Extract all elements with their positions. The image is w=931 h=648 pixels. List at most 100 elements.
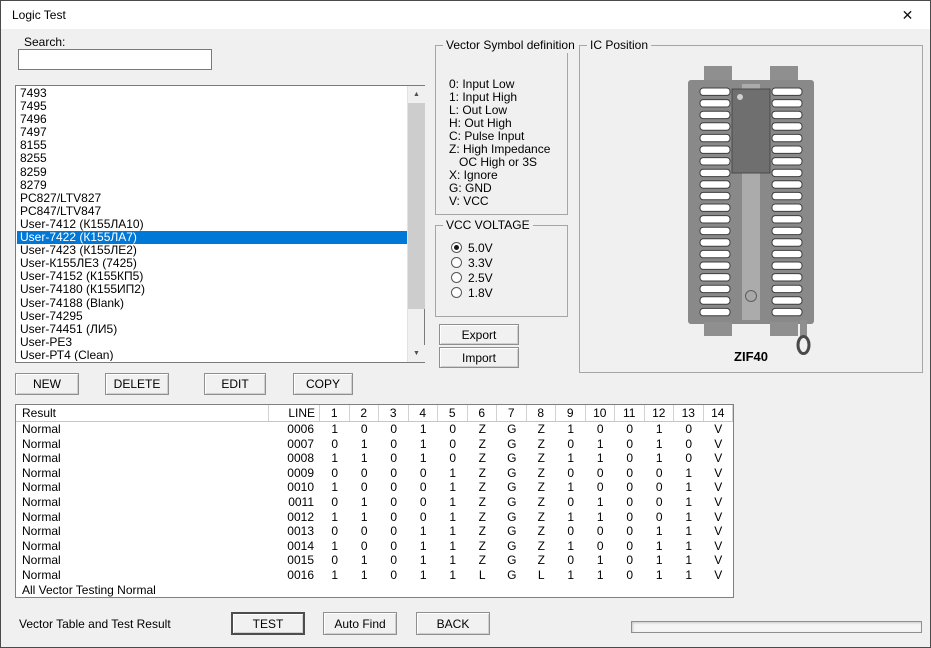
zif-socket-graphic — [676, 66, 826, 363]
column-header[interactable]: 4 — [409, 405, 439, 421]
pin-cell: Z — [527, 539, 557, 554]
table-row[interactable]: Normal001010001ZGZ10001V — [16, 480, 733, 495]
pin-cell: 1 — [409, 437, 439, 452]
pin-cell: 0 — [320, 553, 350, 568]
column-header[interactable]: 13 — [674, 405, 704, 421]
table-row[interactable]: Normal001501011ZGZ01011V — [16, 553, 733, 568]
search-input[interactable] — [18, 49, 212, 70]
pin-cell: Z — [527, 495, 557, 510]
pin-cell: 0 — [320, 466, 350, 481]
pin-cell: 1 — [320, 568, 350, 583]
delete-button[interactable]: DELETE — [105, 373, 169, 395]
column-header[interactable]: 6 — [468, 405, 498, 421]
table-row[interactable]: Normal001300011ZGZ00011V — [16, 524, 733, 539]
scroll-down-icon: ▼ — [413, 350, 420, 357]
pin-cell: G — [497, 510, 527, 525]
table-row[interactable]: Normal001101001ZGZ01001V — [16, 495, 733, 510]
list-item[interactable]: 7493 — [17, 87, 407, 100]
table-row[interactable]: Normal000610010ZGZ10010V — [16, 422, 733, 437]
scrollbar-thumb[interactable] — [408, 103, 425, 309]
list-item[interactable]: User-74188 (Blank) — [17, 297, 407, 310]
import-button[interactable]: Import — [439, 347, 519, 368]
titlebar: Logic Test ✕ — [1, 1, 930, 29]
vector-symbol-line: V: VCC — [449, 195, 550, 208]
list-item[interactable]: 7496 — [17, 113, 407, 126]
column-header[interactable]: 1 — [320, 405, 350, 421]
line-cell: 0011 — [269, 495, 320, 510]
pin-cell: 1 — [320, 510, 350, 525]
vcc-option-3.3v[interactable]: 3.3V — [451, 255, 493, 270]
column-header[interactable]: 5 — [438, 405, 468, 421]
export-button[interactable]: Export — [439, 324, 519, 345]
list-item[interactable]: PC827/LTV827 — [17, 192, 407, 205]
copy-button[interactable]: COPY — [293, 373, 353, 395]
list-item[interactable]: 8279 — [17, 179, 407, 192]
pin-cell: 0 — [586, 422, 616, 437]
column-header[interactable]: 12 — [645, 405, 675, 421]
pin-cell: 0 — [379, 495, 409, 510]
column-header[interactable]: 3 — [379, 405, 409, 421]
line-cell: 0014 — [269, 539, 320, 554]
back-button[interactable]: BACK — [416, 612, 490, 635]
column-header[interactable]: 10 — [586, 405, 616, 421]
table-row[interactable]: Normal000811010ZGZ11010V — [16, 451, 733, 466]
close-button[interactable]: ✕ — [885, 1, 930, 29]
line-cell: 0015 — [269, 553, 320, 568]
column-header[interactable]: 2 — [350, 405, 380, 421]
pin-cell: Z — [468, 466, 498, 481]
test-button[interactable]: TEST — [231, 612, 305, 635]
pin-cell: 0 — [556, 524, 586, 539]
column-header[interactable]: LINE — [269, 405, 320, 421]
list-item[interactable]: User-74295 — [17, 310, 407, 323]
column-header[interactable]: 14 — [704, 405, 734, 421]
list-item[interactable]: 7495 — [17, 100, 407, 113]
line-cell: 0012 — [269, 510, 320, 525]
list-item[interactable]: User-74180 (К155ИП2) — [17, 283, 407, 296]
edit-button[interactable]: EDIT — [204, 373, 266, 395]
list-item[interactable]: 7497 — [17, 126, 407, 139]
pin-cell: Z — [468, 539, 498, 554]
pin-cell: 1 — [645, 539, 675, 554]
auto-find-button[interactable]: Auto Find — [323, 612, 397, 635]
table-row[interactable]: Normal001611011LGL11011V — [16, 568, 733, 583]
pin-cell: V — [704, 422, 734, 437]
table-row[interactable]: Normal000900001ZGZ00001V — [16, 466, 733, 481]
column-header[interactable]: Result — [16, 405, 269, 421]
table-row[interactable]: Normal001211001ZGZ11001V — [16, 510, 733, 525]
column-header[interactable]: 8 — [527, 405, 557, 421]
list-item[interactable]: 8255 — [17, 152, 407, 165]
new-button[interactable]: NEW — [15, 373, 79, 395]
pin-cell: Z — [527, 422, 557, 437]
pin-cell: 1 — [438, 568, 468, 583]
pin-cell: Z — [468, 495, 498, 510]
radio-icon — [451, 242, 462, 253]
table-row[interactable]: Normal001410011ZGZ10011V — [16, 539, 733, 554]
column-header[interactable]: 9 — [556, 405, 586, 421]
table-header: ResultLINE1234567891011121314 — [16, 405, 733, 422]
listbox-scrollbar[interactable]: ▲ ▼ — [407, 86, 424, 362]
pin-cell: 1 — [645, 437, 675, 452]
list-item[interactable]: 8259 — [17, 166, 407, 179]
pin-cell: 0 — [379, 539, 409, 554]
pin-cell: 0 — [438, 422, 468, 437]
list-item[interactable]: User-РТ4 (Clean) — [17, 349, 407, 361]
pin-cell: Z — [527, 524, 557, 539]
list-item[interactable]: User-74451 (ЛИ5) — [17, 323, 407, 336]
pin-cell: 1 — [674, 568, 704, 583]
pin-cell: 0 — [438, 437, 468, 452]
list-item[interactable]: 8155 — [17, 139, 407, 152]
scroll-down-button[interactable]: ▼ — [408, 345, 425, 362]
column-header[interactable]: 7 — [497, 405, 527, 421]
table-row[interactable]: Normal000701010ZGZ01010V — [16, 437, 733, 452]
scroll-up-button[interactable]: ▲ — [408, 86, 425, 103]
vcc-option-2.5v[interactable]: 2.5V — [451, 270, 493, 285]
vcc-option-5.0v[interactable]: 5.0V — [451, 240, 493, 255]
pin-cell: 0 — [350, 539, 380, 554]
vcc-option-1.8v[interactable]: 1.8V — [451, 285, 493, 300]
list-item[interactable]: User-РЕ3 — [17, 336, 407, 349]
pin-cell: 1 — [409, 568, 439, 583]
column-header[interactable]: 11 — [615, 405, 645, 421]
list-item[interactable]: PC847/LTV847 — [17, 205, 407, 218]
pin-cell: Z — [468, 451, 498, 466]
pin-cell: 1 — [674, 480, 704, 495]
